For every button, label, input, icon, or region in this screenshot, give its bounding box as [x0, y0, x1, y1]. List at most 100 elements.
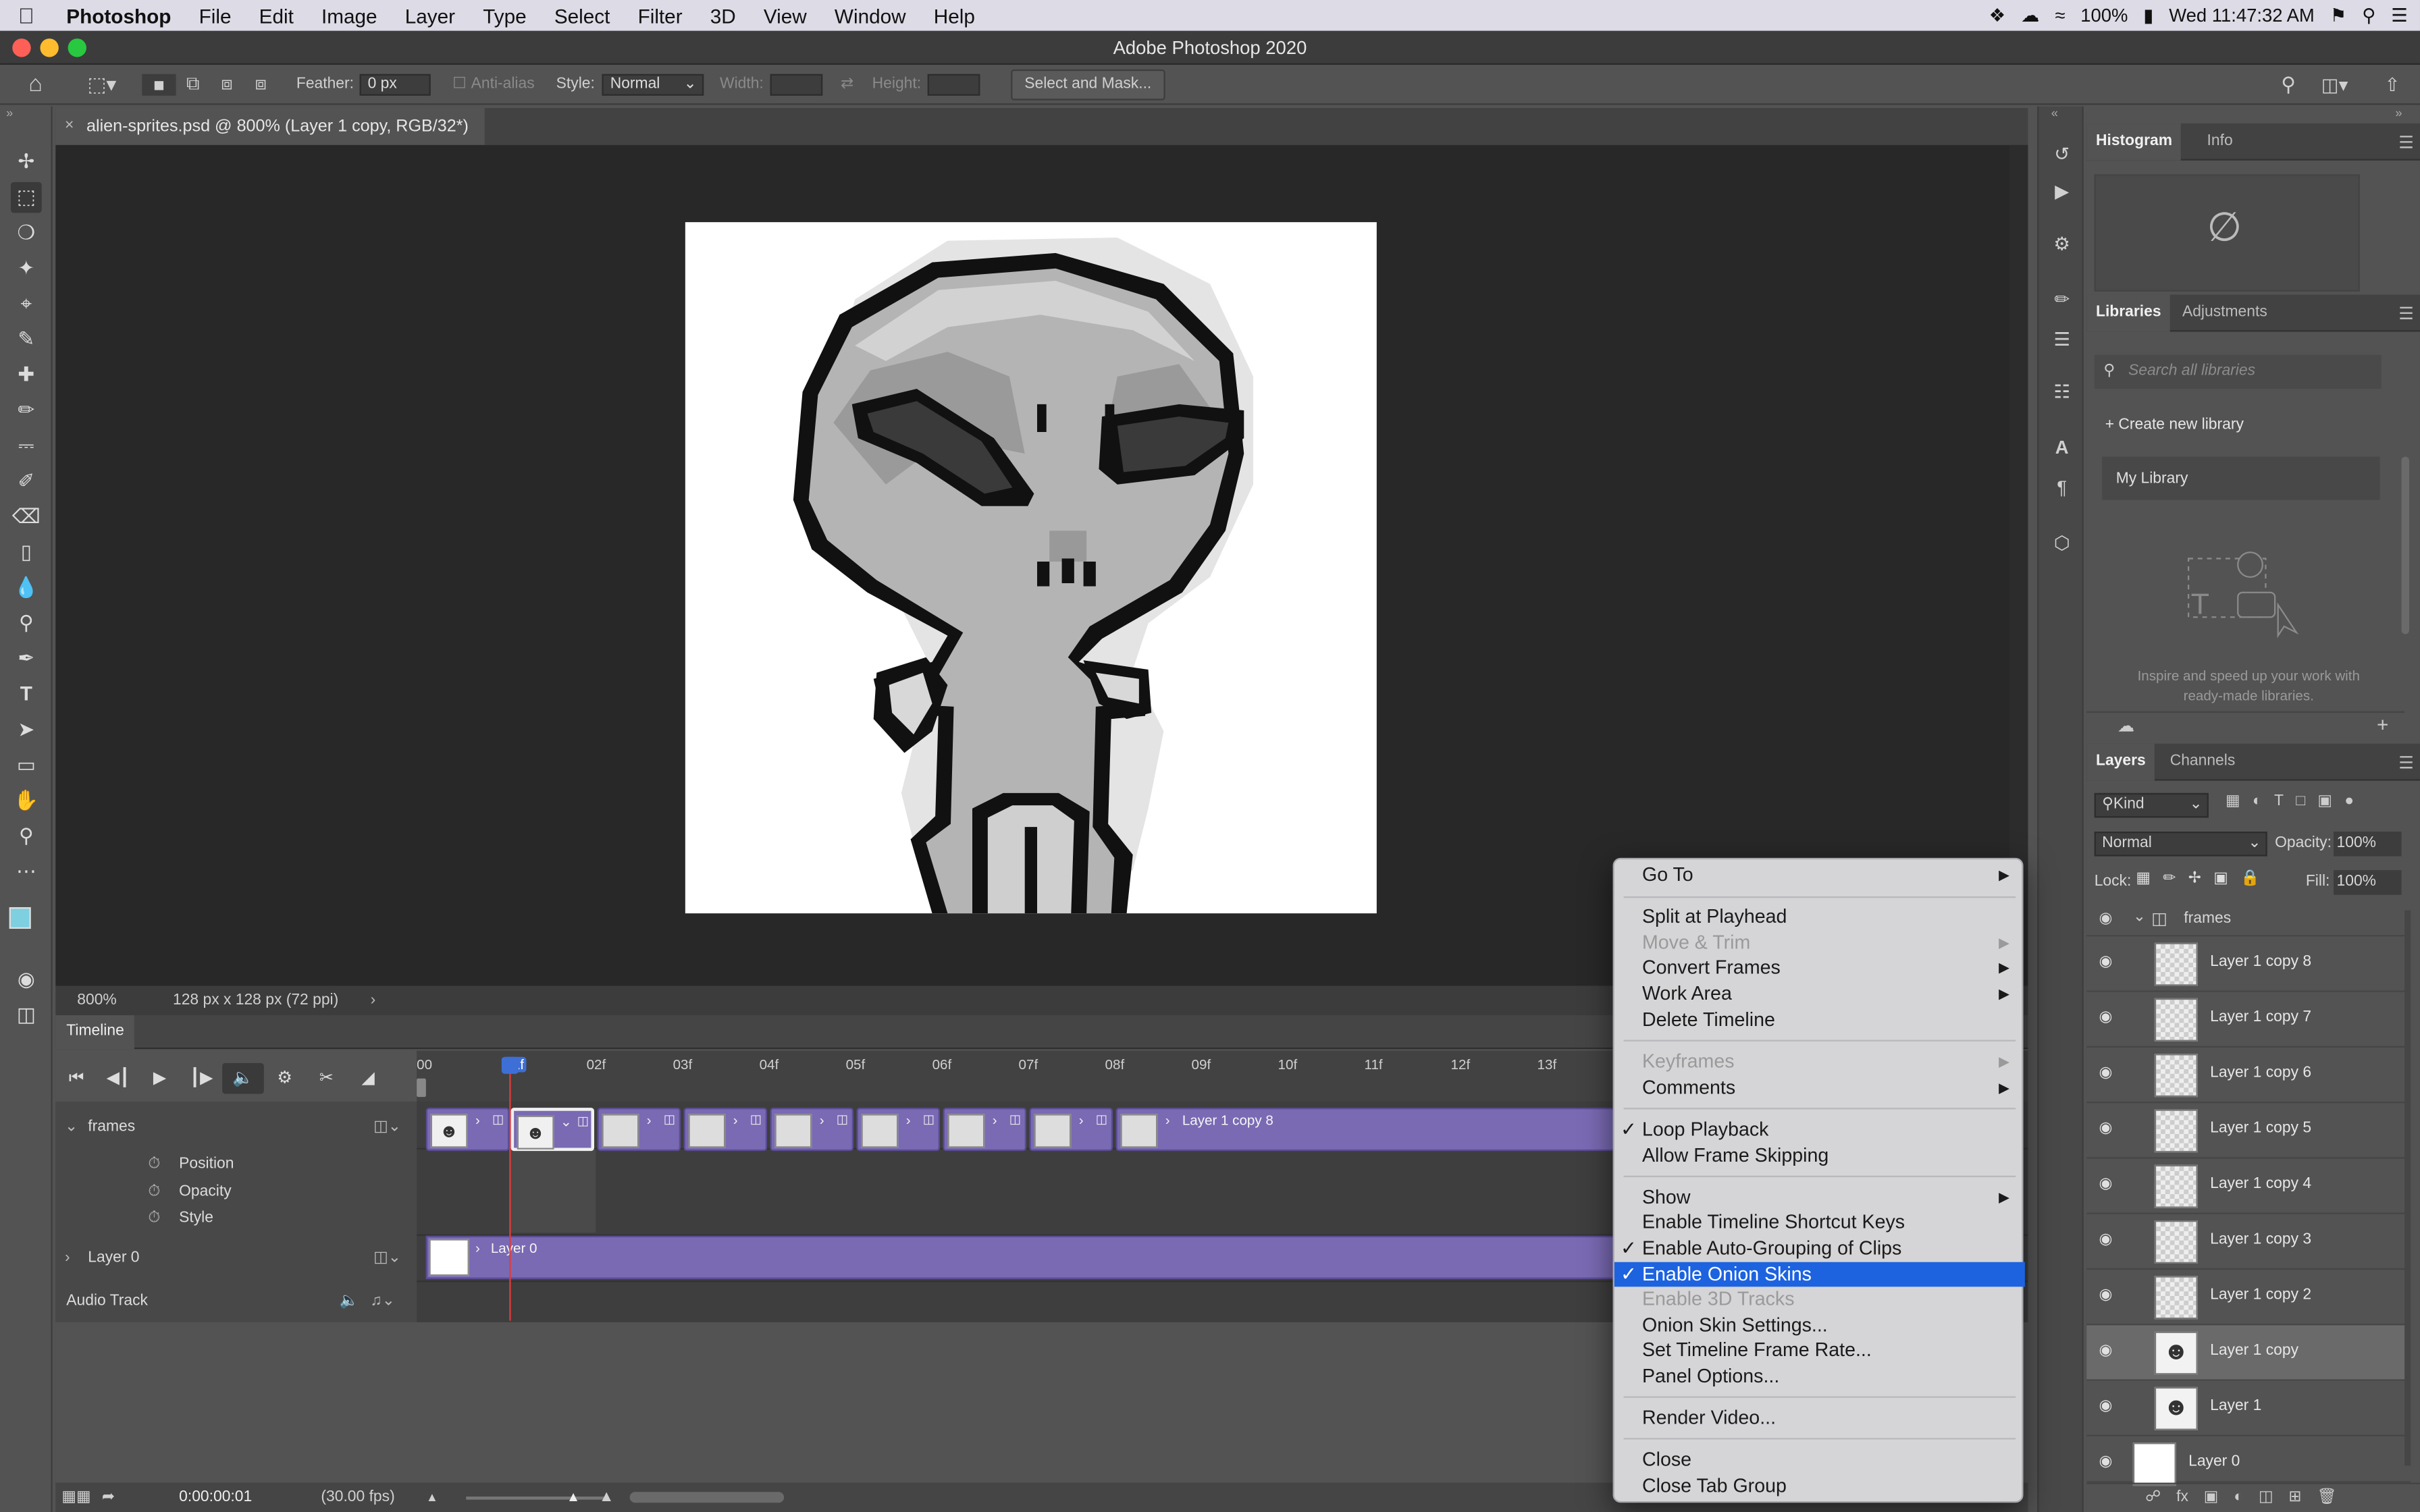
- film-icon[interactable]: ◫: [492, 1112, 504, 1127]
- layer-row-selected[interactable]: ◉ ☻ Layer 1 copy: [2086, 1325, 2411, 1381]
- chevron-right-icon[interactable]: ›: [647, 1112, 652, 1128]
- speaker-icon[interactable]: 🔈: [340, 1289, 359, 1315]
- clip-layer-1-copy-2[interactable]: › ◫: [597, 1108, 681, 1152]
- wifi-icon[interactable]: ≈: [2055, 5, 2065, 26]
- film-icon[interactable]: ◫: [664, 1112, 675, 1127]
- new-selection-icon[interactable]: ■: [142, 73, 176, 95]
- menu-window[interactable]: Window: [820, 4, 920, 27]
- eye-icon[interactable]: ◉: [2099, 1064, 2113, 1081]
- menu-item-close[interactable]: Close: [1614, 1447, 2025, 1472]
- chevron-right-icon[interactable]: ›: [475, 1241, 480, 1256]
- mask-icon[interactable]: ▣: [2204, 1484, 2219, 1512]
- clip-layer-1-copy-8[interactable]: › Layer 1 copy 8: [1115, 1108, 1614, 1152]
- spotlight-icon[interactable]: ⚲: [2362, 5, 2375, 26]
- tab-adjustments[interactable]: Adjustments: [2173, 295, 2276, 332]
- chevron-right-icon[interactable]: ›: [65, 1245, 70, 1272]
- menu-image[interactable]: Image: [307, 4, 391, 27]
- layer-row[interactable]: ◉ ☻ Layer 1: [2086, 1381, 2411, 1436]
- crop-tool-icon[interactable]: ⌖: [11, 288, 42, 319]
- move-tool-icon[interactable]: ✢: [11, 146, 42, 178]
- more-tools-icon[interactable]: ⋯: [11, 857, 42, 888]
- film-icon[interactable]: ◫: [837, 1112, 848, 1127]
- menu-item-split-at-playhead[interactable]: Split at Playhead: [1614, 904, 2025, 929]
- trash-icon[interactable]: 🗑: [2317, 1484, 2336, 1512]
- timecode[interactable]: 0:00:00:01: [179, 1483, 252, 1512]
- feather-input[interactable]: 0 px: [360, 73, 431, 95]
- swap-icon[interactable]: ⇄: [841, 76, 853, 92]
- menu-item-convert-frames[interactable]: Convert Frames ▶: [1614, 955, 2025, 980]
- chevron-right-icon[interactable]: ›: [733, 1112, 738, 1128]
- chevron-right-icon[interactable]: ›: [475, 1112, 480, 1128]
- layer-row[interactable]: ◉ Layer 1 copy 7: [2086, 992, 2411, 1048]
- stopwatch-icon[interactable]: ⏱: [148, 1151, 160, 1177]
- minimize-window-button[interactable]: [40, 38, 59, 57]
- film-icon[interactable]: ◫: [1009, 1112, 1021, 1127]
- collapse-icon[interactable]: »: [2395, 107, 2402, 121]
- layer-row[interactable]: ◉ Layer 1 copy 2: [2086, 1270, 2411, 1326]
- width-input[interactable]: [769, 73, 822, 95]
- menu-item-work-area[interactable]: Work Area ▶: [1614, 981, 2025, 1006]
- menu-file[interactable]: File: [185, 4, 245, 27]
- film-icon[interactable]: ◫: [750, 1112, 762, 1127]
- eye-icon[interactable]: ◉: [2099, 1176, 2113, 1193]
- properties-icon[interactable]: ⚙: [2048, 230, 2076, 258]
- document-canvas[interactable]: [685, 222, 1377, 914]
- type-filter-icon[interactable]: T: [2274, 793, 2284, 818]
- cloud-sync-icon[interactable]: ☁: [2118, 716, 2134, 736]
- play-icon[interactable]: ▶: [139, 1063, 181, 1094]
- search-icon[interactable]: ⚲: [2281, 72, 2296, 97]
- film-icon[interactable]: ◫: [923, 1112, 935, 1127]
- menu-3d[interactable]: 3D: [696, 4, 749, 27]
- panel-menu-icon[interactable]: ☰: [2398, 133, 2414, 153]
- tab-libraries[interactable]: Libraries: [2086, 294, 2171, 332]
- paragraph-icon[interactable]: ¶: [2048, 474, 2076, 502]
- eye-icon[interactable]: ◉: [2099, 1453, 2113, 1470]
- eye-icon[interactable]: ◉: [2099, 1231, 2113, 1248]
- chevron-right-icon[interactable]: ›: [371, 986, 376, 1015]
- playhead[interactable]: [509, 1058, 511, 1321]
- tab-channels[interactable]: Channels: [2161, 744, 2244, 781]
- control-center-icon[interactable]: ☰: [2391, 5, 2408, 26]
- chevron-right-icon[interactable]: ›: [1165, 1112, 1170, 1128]
- workspace-icon[interactable]: ◫▾: [2321, 74, 2348, 95]
- adjustment-icon[interactable]: ◐: [2234, 1484, 2243, 1512]
- clip-layer-1[interactable]: ☻ › ◫: [425, 1108, 510, 1152]
- actions-play-icon[interactable]: ▶: [2048, 178, 2076, 205]
- libraries-scrollbar[interactable]: [2401, 456, 2409, 634]
- history-brush-icon[interactable]: ✐: [11, 466, 42, 497]
- chevron-right-icon[interactable]: ›: [906, 1112, 911, 1128]
- pen-tool-icon[interactable]: ✒: [11, 643, 42, 674]
- frame-mode-icon[interactable]: ▦▦: [61, 1483, 90, 1512]
- stopwatch-icon[interactable]: ⏱: [148, 1179, 160, 1205]
- menu-item-panel-options[interactable]: Panel Options...: [1614, 1364, 2025, 1389]
- collapse-icon[interactable]: «: [2051, 107, 2058, 121]
- opacity-input[interactable]: 100%: [2333, 831, 2402, 857]
- clip-layer-1-copy-3[interactable]: › ◫: [683, 1108, 767, 1152]
- film-icon[interactable]: ◫: [577, 1114, 589, 1128]
- filter-toggle-icon[interactable]: ●: [2344, 793, 2354, 818]
- clip-layer-1-copy-6[interactable]: › ◫: [943, 1108, 1026, 1152]
- subtract-selection-icon[interactable]: ⧈: [210, 72, 244, 95]
- chevron-right-icon[interactable]: ›: [993, 1112, 997, 1128]
- intersect-selection-icon[interactable]: ⧈: [244, 72, 278, 95]
- eraser-tool-icon[interactable]: ⌫: [11, 502, 42, 533]
- brush-settings-icon[interactable]: ✏: [2048, 286, 2076, 313]
- layer-group-frames[interactable]: ◉ ⌄ ◫ frames: [2086, 902, 2411, 937]
- stopwatch-icon[interactable]: ⏱: [148, 1205, 160, 1231]
- eye-icon[interactable]: ◉: [2099, 1009, 2113, 1026]
- brush-tool-icon[interactable]: ✏: [11, 395, 42, 426]
- next-frame-icon[interactable]: ┃▶: [180, 1063, 222, 1094]
- add-selection-icon[interactable]: ⧉: [176, 72, 210, 95]
- menu-item-loop-playback[interactable]: ✓ Loop Playback: [1614, 1117, 2025, 1142]
- settings-gear-icon[interactable]: ⚙: [264, 1063, 306, 1094]
- adjustment-filter-icon[interactable]: ◐: [2253, 793, 2262, 818]
- clock[interactable]: Wed 11:47:32 AM: [2169, 5, 2315, 26]
- menu-item-close-tab-group[interactable]: Close Tab Group: [1614, 1474, 2025, 1498]
- menu-item-render-video[interactable]: Render Video...: [1614, 1405, 2025, 1430]
- add-icon[interactable]: +: [2377, 713, 2388, 736]
- eye-icon[interactable]: ◉: [2099, 1343, 2113, 1359]
- marquee-tool-icon[interactable]: ⬚: [10, 182, 42, 213]
- collapse-icon[interactable]: »: [6, 107, 13, 121]
- document-tab[interactable]: × alien-sprites.psd @ 800% (Layer 1 copy…: [55, 107, 485, 145]
- chevron-down-icon[interactable]: ⌄: [65, 1114, 78, 1140]
